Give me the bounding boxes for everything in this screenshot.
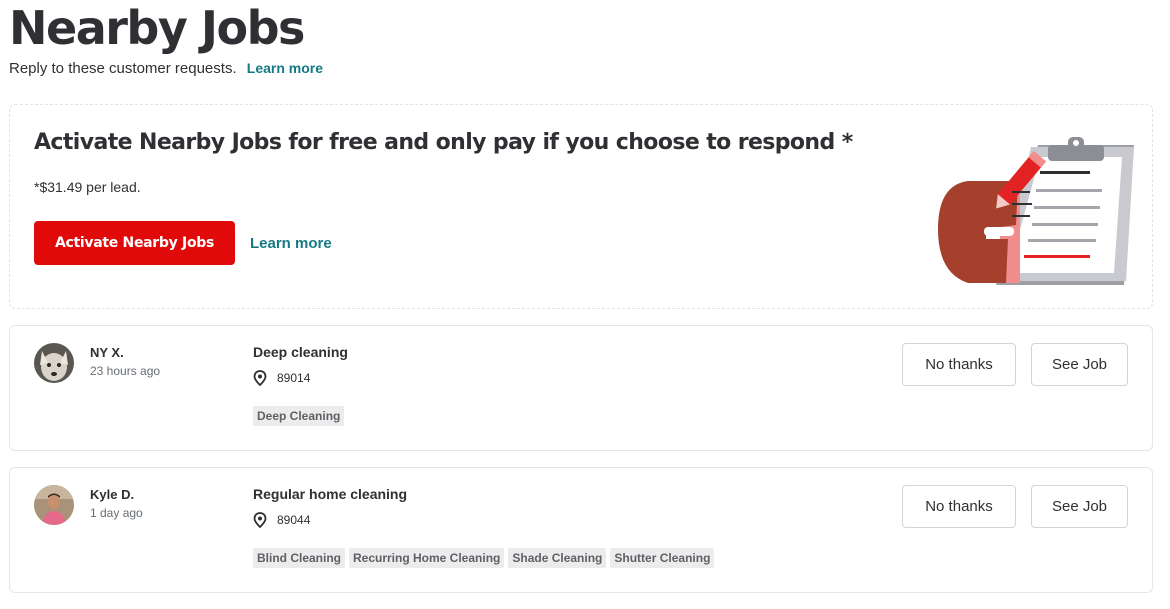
promo-heading: Activate Nearby Jobs for free and only p…	[34, 130, 853, 155]
clipboard-illustration	[938, 137, 1134, 285]
activate-nearby-jobs-button[interactable]: Activate Nearby Jobs	[34, 221, 235, 265]
location-pin-icon	[253, 512, 267, 528]
job-tags: Deep Cleaning	[253, 406, 345, 426]
no-thanks-button[interactable]: No thanks	[902, 343, 1016, 386]
customer-name: NY X.	[90, 345, 124, 360]
promo-price-note: *$31.49 per lead.	[34, 179, 141, 195]
job-zip: 89014	[277, 371, 311, 385]
request-time: 1 day ago	[90, 506, 143, 520]
subtitle-text: Reply to these customer requests.	[9, 60, 237, 77]
job-tag: Blind Cleaning	[253, 548, 345, 568]
avatar	[34, 343, 74, 383]
job-title: Regular home cleaning	[253, 486, 408, 502]
page-title: Nearby Jobs	[9, 1, 305, 55]
job-tag: Shutter Cleaning	[610, 548, 715, 568]
page-subtitle: Reply to these customer requests. Learn …	[9, 60, 323, 77]
customer-name: Kyle D.	[90, 487, 135, 502]
see-job-button[interactable]: See Job	[1031, 343, 1128, 386]
no-thanks-button[interactable]: No thanks	[902, 485, 1016, 528]
see-job-button[interactable]: See Job	[1031, 485, 1128, 528]
location-pin-icon	[253, 370, 267, 386]
avatar	[34, 485, 74, 525]
job-zip: 89044	[277, 513, 311, 527]
job-card: NY X. 23 hours ago Deep cleaning 89014 D…	[9, 325, 1153, 451]
activate-promo-card: Activate Nearby Jobs for free and only p…	[9, 104, 1153, 309]
request-time: 23 hours ago	[90, 364, 161, 378]
job-tag: Shade Cleaning	[508, 548, 607, 568]
promo-learn-more-link[interactable]: Learn more	[250, 235, 332, 252]
job-title: Deep cleaning	[253, 344, 348, 360]
job-card: Kyle D. 1 day ago Regular home cleaning …	[9, 467, 1153, 593]
learn-more-link[interactable]: Learn more	[247, 60, 323, 76]
job-tag: Deep Cleaning	[253, 406, 345, 426]
job-tags: Blind Cleaning Recurring Home Cleaning S…	[253, 548, 715, 568]
job-tag: Recurring Home Cleaning	[349, 548, 505, 568]
